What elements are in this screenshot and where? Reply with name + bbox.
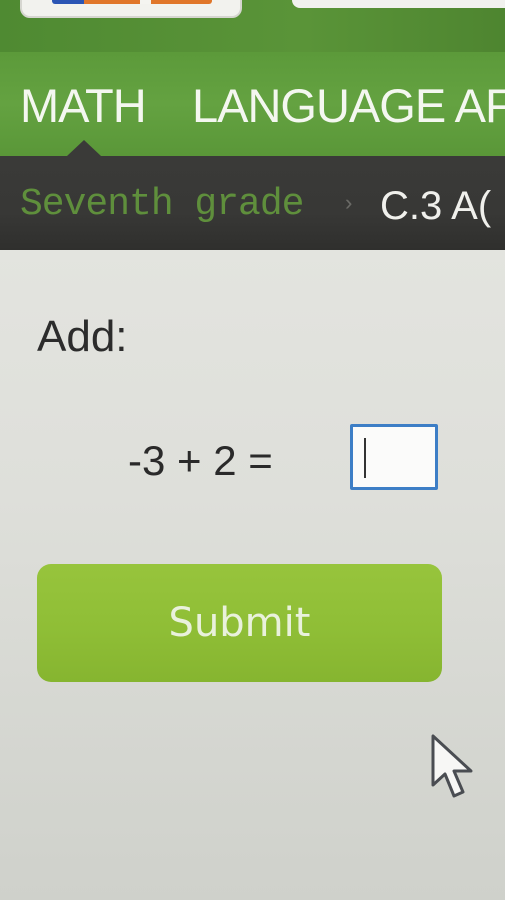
text-caret (364, 438, 366, 478)
tab-language-arts[interactable]: LANGUAGE AF (192, 82, 505, 129)
practice-screen: MATH LANGUAGE AF Seventh grade › C.3 A( … (0, 0, 505, 900)
active-tab-indicator (67, 140, 101, 156)
breadcrumb: Seventh grade › C.3 A( (0, 156, 505, 250)
submit-button[interactable]: Submit (37, 564, 442, 682)
logo-mark (52, 0, 212, 4)
header-bar (0, 0, 505, 52)
mouse-pointer-icon (431, 734, 473, 798)
breadcrumb-skill: C.3 A( (380, 184, 492, 228)
site-logo[interactable] (20, 0, 242, 18)
breadcrumb-grade[interactable]: Seventh grade (20, 186, 304, 224)
equation-text: -3 + 2 = (128, 437, 273, 484)
search-input[interactable] (292, 0, 505, 8)
question-prompt: Add: (37, 312, 128, 361)
tab-math[interactable]: MATH (20, 82, 147, 129)
breadcrumb-separator-icon: › (342, 192, 356, 217)
